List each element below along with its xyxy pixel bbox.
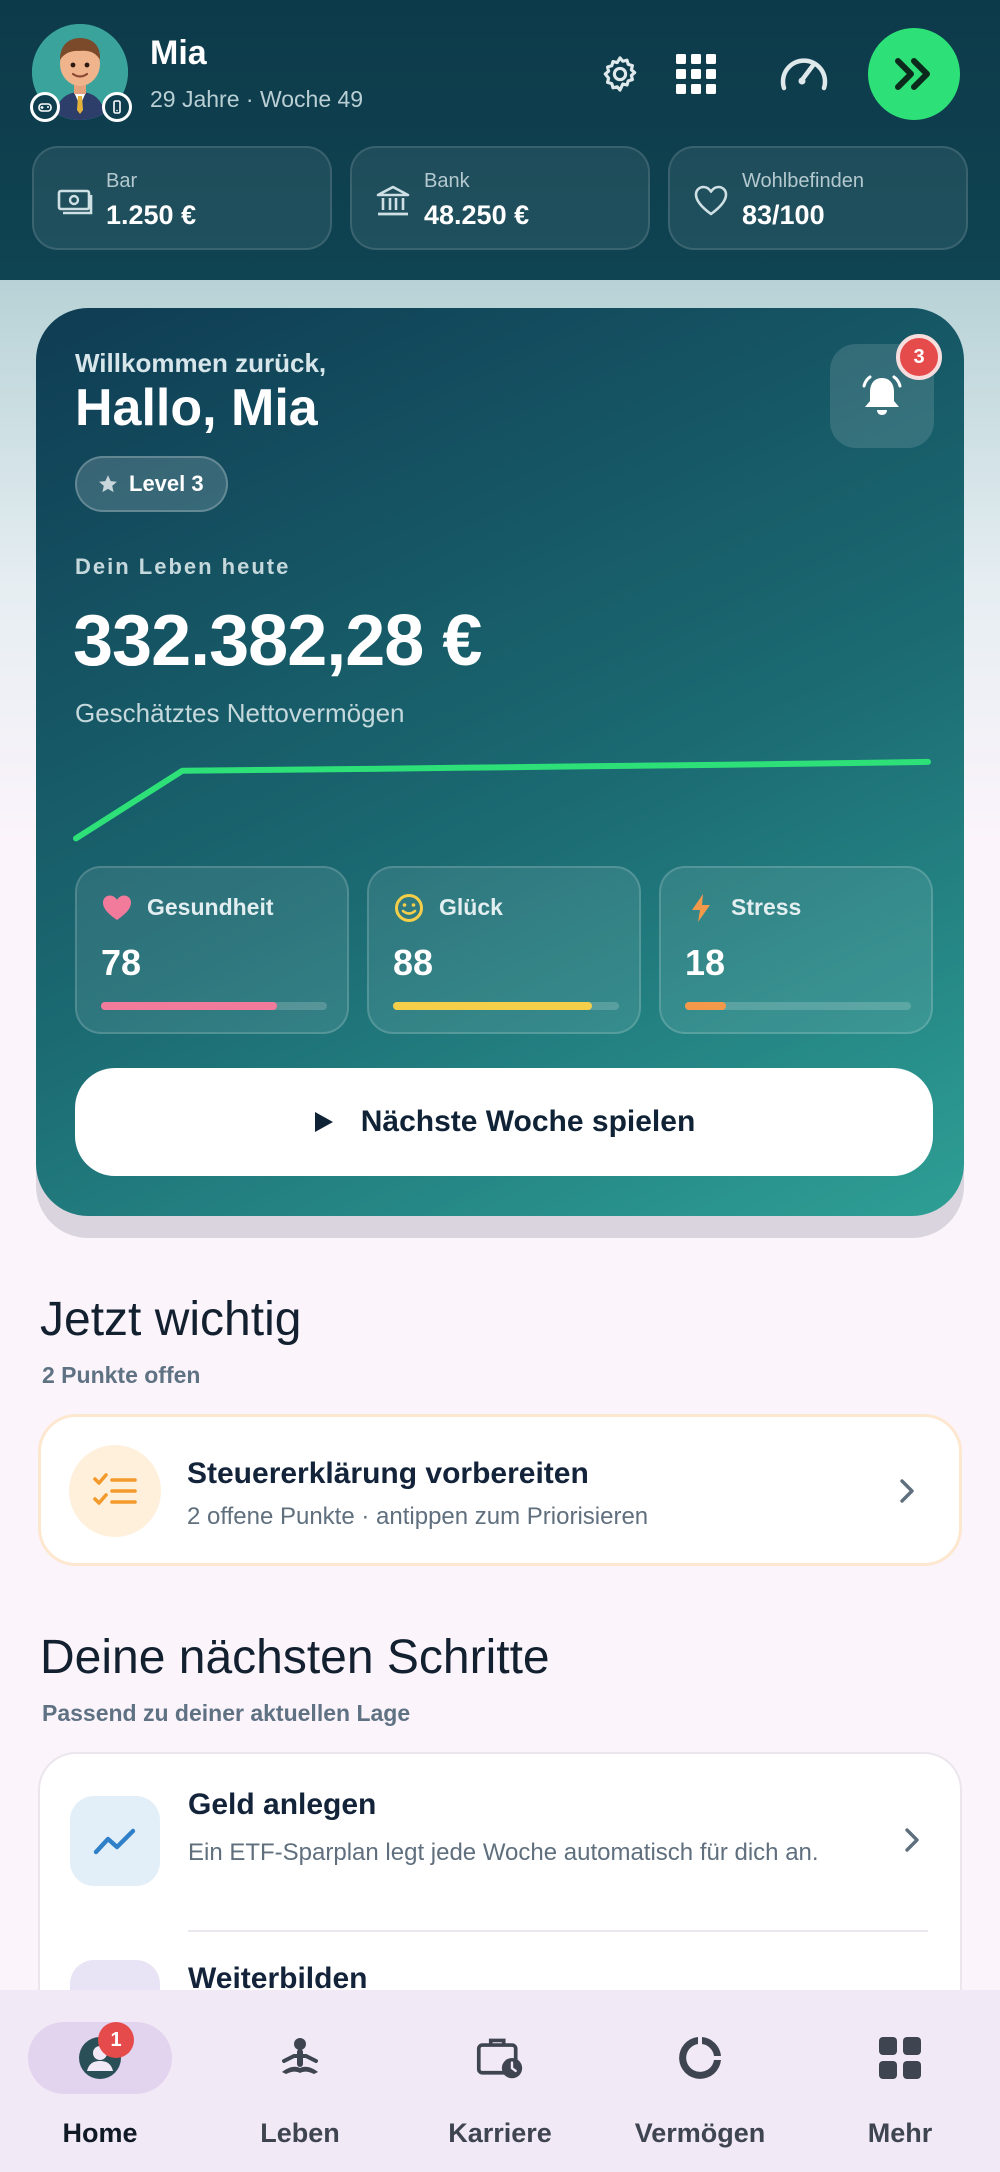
trend-line-path bbox=[73, 758, 931, 842]
player-meta: 29 Jahre · Woche 49 bbox=[150, 86, 364, 112]
nav-item-home[interactable]: 1 Home bbox=[0, 1990, 200, 2172]
task-subtitle: 2 offene Punkte · antippen zum Priorisie… bbox=[187, 1503, 649, 1530]
trend-up-icon bbox=[70, 1796, 160, 1886]
nav-item-vermoegen[interactable]: Vermögen bbox=[600, 1990, 800, 2172]
metric-track bbox=[101, 1002, 327, 1010]
metric-value: 18 bbox=[685, 942, 726, 983]
donut-chart-icon bbox=[676, 2032, 724, 2084]
task-title: Steuererklärung vorbereiten bbox=[187, 1457, 589, 1490]
metric-fill bbox=[101, 1002, 278, 1010]
net-worth-trend-line bbox=[73, 758, 931, 842]
net-worth-value: 332.382,28 € bbox=[73, 601, 482, 681]
metric-label: Stress bbox=[731, 894, 802, 920]
stat-chip-bank[interactable]: Bank 48.250 € bbox=[350, 146, 650, 250]
nav-item-leben[interactable]: Leben bbox=[200, 1990, 400, 2172]
net-worth-caption: Geschätztes Nettovermögen bbox=[75, 698, 405, 728]
level-label: Level 3 bbox=[129, 471, 204, 496]
nav-label: Vermögen bbox=[634, 2118, 766, 2148]
fast-forward-icon bbox=[895, 58, 930, 90]
bank-icon bbox=[376, 185, 410, 216]
metric-health[interactable]: Gesundheit 78 bbox=[75, 866, 349, 1034]
next-steps-title: Deine nächsten Schritte bbox=[40, 1631, 550, 1684]
nav-label: Leben bbox=[260, 2118, 340, 2148]
metric-track bbox=[393, 1002, 619, 1010]
nav-label: Mehr bbox=[867, 2118, 933, 2148]
phone-badge-icon bbox=[102, 92, 132, 122]
level-badge[interactable]: Level 3 bbox=[75, 456, 228, 512]
life-label: Dein Leben heute bbox=[75, 554, 291, 579]
checklist-icon bbox=[69, 1445, 161, 1537]
gamepad-badge-icon bbox=[30, 92, 60, 122]
metric-value: 88 bbox=[393, 942, 434, 983]
welcome-text: Willkommen zurück, bbox=[75, 348, 327, 378]
stat-value: 48.250 € bbox=[424, 200, 530, 230]
metric-happiness[interactable]: Glück 88 bbox=[367, 866, 641, 1034]
step-divider bbox=[188, 1930, 928, 1932]
stat-label: Wohlbefinden bbox=[742, 170, 864, 192]
grid-icon bbox=[876, 2032, 924, 2084]
stat-chip-cash[interactable]: Bar 1.250 € bbox=[32, 146, 332, 250]
stat-label: Bar bbox=[106, 170, 138, 192]
metric-label: Gesundheit bbox=[147, 894, 274, 920]
chevron-right-icon bbox=[905, 1828, 919, 1852]
step-title: Geld anlegen bbox=[188, 1788, 377, 1821]
heart-icon bbox=[694, 185, 728, 216]
nav-item-mehr[interactable]: Mehr bbox=[800, 1990, 1000, 2172]
meditation-icon bbox=[276, 2032, 324, 2084]
step-description: Ein ETF-Sparplan legt jede Woche automat… bbox=[188, 1839, 819, 1866]
play-icon bbox=[314, 1112, 333, 1132]
metric-value: 78 bbox=[101, 942, 142, 983]
metric-fill bbox=[685, 1002, 726, 1010]
smile-icon bbox=[395, 894, 423, 922]
play-button-label: Nächste Woche spielen bbox=[360, 1105, 696, 1138]
chevron-right-icon bbox=[900, 1479, 914, 1503]
notification-count-badge: 3 bbox=[896, 334, 942, 380]
heart-icon bbox=[103, 895, 131, 920]
fast-forward-button[interactable] bbox=[868, 28, 960, 120]
bottom-navigation: 1 Home Leben Karriere Vermögen Mehr bbox=[0, 1990, 1000, 2172]
nav-badge: 1 bbox=[98, 2022, 134, 2058]
metric-track bbox=[685, 1002, 911, 1010]
important-section-title: Jetzt wichtig bbox=[40, 1293, 302, 1346]
tax-task-card[interactable]: Steuererklärung vorbereiten 2 offene Pun… bbox=[38, 1414, 962, 1566]
player-name: Mia bbox=[150, 34, 207, 72]
play-next-week-button[interactable]: Nächste Woche spielen bbox=[75, 1068, 933, 1176]
next-steps-subtitle: Passend zu deiner aktuellen Lage bbox=[42, 1700, 411, 1726]
bolt-icon bbox=[692, 894, 710, 922]
nav-label: Home bbox=[62, 2118, 138, 2148]
grid-icon[interactable] bbox=[672, 50, 720, 98]
stat-chip-wellbeing[interactable]: Wohlbefinden 83/100 bbox=[668, 146, 968, 250]
cash-icon bbox=[57, 189, 93, 215]
metric-label: Glück bbox=[439, 894, 503, 920]
hero-card: Willkommen zurück, Hallo, Mia Level 3 3 … bbox=[36, 308, 964, 1216]
top-header: Mia 29 Jahre · Woche 49 Bar 1.250 € Bank… bbox=[0, 0, 1000, 280]
nav-item-karriere[interactable]: Karriere bbox=[400, 1990, 600, 2172]
important-section-subtitle: 2 Punkte offen bbox=[42, 1362, 201, 1388]
metric-fill bbox=[393, 1002, 592, 1010]
stat-value: 83/100 bbox=[742, 200, 825, 230]
metric-stress[interactable]: Stress 18 bbox=[659, 866, 933, 1034]
gear-icon[interactable] bbox=[596, 50, 644, 98]
stat-value: 1.250 € bbox=[106, 200, 197, 230]
star-icon bbox=[99, 475, 117, 493]
bell-icon bbox=[862, 375, 902, 415]
nav-label: Karriere bbox=[448, 2118, 552, 2148]
briefcase-clock-icon bbox=[476, 2032, 524, 2084]
greeting: Hallo, Mia bbox=[75, 379, 318, 437]
speedometer-icon[interactable] bbox=[776, 48, 832, 96]
stat-label: Bank bbox=[424, 170, 470, 192]
